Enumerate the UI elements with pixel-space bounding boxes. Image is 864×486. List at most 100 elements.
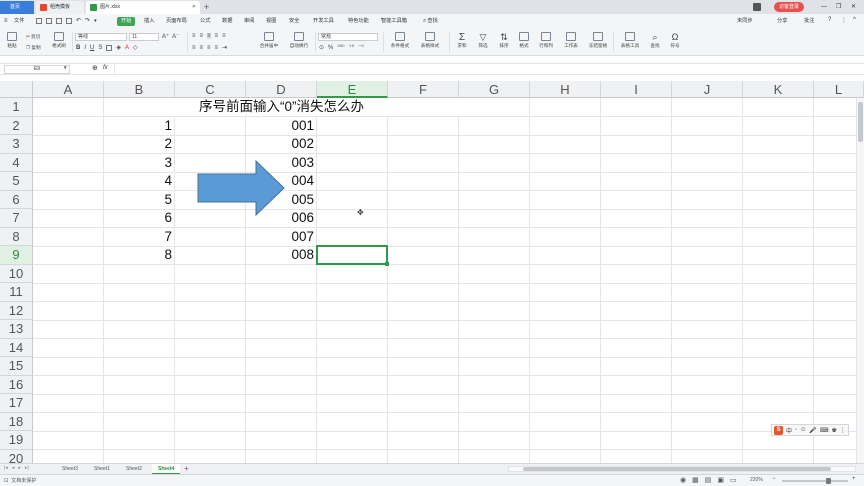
number-format-select[interactable]: 常规 — [318, 33, 378, 41]
row-header-19[interactable]: 19 — [0, 431, 33, 450]
row-header-3[interactable]: 3 — [0, 135, 33, 154]
collapse-ribbon-icon[interactable]: ^ — [853, 17, 856, 23]
undo-icon[interactable]: ↶ — [76, 17, 81, 24]
zoom-in-icon[interactable]: + — [852, 476, 856, 482]
bold-icon[interactable]: B — [76, 45, 80, 51]
font-color-icon[interactable]: A — [125, 45, 129, 51]
add-sheet-icon[interactable]: + — [184, 464, 189, 474]
sheet-tab-sheet2[interactable]: Sheet2 — [120, 464, 148, 474]
ime-chinese-icon[interactable]: 中 — [786, 426, 792, 435]
row-header-10[interactable]: 10 — [0, 264, 33, 283]
menu-item-data[interactable]: 数据 — [218, 17, 236, 26]
cell-b6[interactable]: 5 — [104, 191, 172, 209]
menu-item-features[interactable]: 特色功能 — [344, 17, 373, 26]
font-size-select[interactable]: 11 — [129, 33, 159, 41]
fill-color-icon[interactable]: ◈ — [116, 44, 121, 51]
freeze-panes-button[interactable]: 冻结窗格 — [585, 32, 611, 49]
horizontal-scroll-thumb[interactable] — [523, 467, 831, 471]
sheet-tab-sheet3[interactable]: Sheet3 — [56, 464, 84, 474]
align-fill-icon[interactable]: ≡ — [215, 45, 219, 51]
row-header-9[interactable]: 9 — [0, 246, 33, 265]
spreadsheet-grid[interactable]: A B C D E F G H I J K L 1 2 3 4 5 6 7 8 … — [0, 81, 864, 463]
menu-item-page-layout[interactable]: 页面布局 — [162, 17, 191, 26]
row-header-1[interactable]: 1 — [0, 98, 33, 117]
window-layout-icon[interactable] — [753, 3, 761, 11]
increase-font-icon[interactable]: A⁺ — [162, 33, 169, 40]
sort-button[interactable]: ⇅ 排序 — [495, 32, 513, 49]
minimize-button[interactable]: — — [821, 0, 827, 14]
row-header-15[interactable]: 15 — [0, 357, 33, 376]
menu-file[interactable]: 文件 — [10, 17, 28, 26]
close-tab-icon[interactable]: ✕ — [192, 1, 196, 14]
decrease-decimal-icon[interactable]: ⁻⁰ — [358, 44, 364, 51]
menu-item-review[interactable]: 审阅 — [240, 17, 258, 26]
row-header-8[interactable]: 8 — [0, 227, 33, 246]
row-header-6[interactable]: 6 — [0, 190, 33, 209]
increase-decimal-icon[interactable]: ⁺⁰ — [349, 44, 355, 51]
tab-docer[interactable]: 稻壳模板 — [36, 1, 84, 14]
tab-home[interactable]: 首页 — [0, 1, 34, 14]
comment-button[interactable]: 批注 — [800, 17, 818, 26]
reading-view-icon[interactable]: ▭ — [730, 476, 737, 484]
cut-button[interactable]: ✂ 剪切 — [26, 34, 40, 40]
wrap-text-button[interactable]: 自动换行 — [286, 32, 312, 49]
select-all-corner[interactable] — [0, 81, 33, 98]
fill-handle[interactable] — [385, 262, 389, 266]
formula-input[interactable] — [114, 65, 860, 74]
page-break-view-icon[interactable]: ▤ — [705, 476, 712, 484]
vertical-scrollbar[interactable] — [856, 98, 864, 463]
currency-icon[interactable]: ⊙ — [319, 44, 324, 51]
cell-b4[interactable]: 3 — [104, 154, 172, 172]
column-header-d[interactable]: D — [246, 81, 317, 98]
menu-item-security[interactable]: 安全 — [285, 17, 303, 26]
row-header-11[interactable]: 11 — [0, 283, 33, 302]
align-right-icon[interactable]: ≡ — [207, 45, 211, 51]
column-header-h[interactable]: H — [530, 81, 601, 98]
cell-b5[interactable]: 4 — [104, 172, 172, 190]
next-sheet-icon[interactable]: ▸ — [18, 465, 21, 471]
row-column-button[interactable]: 行和列 — [535, 32, 557, 49]
column-header-c[interactable]: C — [175, 81, 246, 98]
column-header-i[interactable]: I — [601, 81, 672, 98]
cell-d3[interactable]: 002 — [246, 135, 314, 153]
eye-protect-icon[interactable]: ◉ — [680, 476, 686, 484]
border-icon[interactable] — [106, 44, 113, 51]
clear-format-icon[interactable]: ◇ — [133, 44, 138, 51]
symbol-button[interactable]: Ω 符号 — [666, 32, 684, 49]
redo-icon[interactable]: ↷ — [85, 17, 90, 24]
align-justify-icon[interactable]: ≡ — [215, 33, 219, 39]
cell-b8[interactable]: 7 — [104, 228, 172, 246]
table-tools-button[interactable]: 表格工具 — [617, 32, 643, 49]
document-protect-status[interactable]: ⊡ 文档未保护 — [4, 477, 36, 485]
align-distributed-icon[interactable]: ≡ — [222, 33, 226, 39]
filter-button[interactable]: ▽ 筛选 — [474, 32, 492, 49]
quick-access-more-icon[interactable]: ▾ — [94, 18, 97, 24]
sum-button[interactable]: Σ 求和 — [453, 32, 471, 49]
strikethrough-icon[interactable]: S — [98, 45, 102, 51]
selected-cell-e9[interactable] — [316, 245, 388, 265]
hamburger-icon[interactable]: ≡ — [4, 18, 8, 24]
align-top-icon[interactable]: ≡ — [192, 33, 196, 39]
new-tab-button[interactable]: + — [204, 0, 209, 14]
cell-b7[interactable]: 6 — [104, 209, 172, 227]
decrease-font-icon[interactable]: A⁻ — [172, 33, 179, 40]
row-header-2[interactable]: 2 — [0, 116, 33, 135]
cell-d2[interactable]: 001 — [246, 117, 314, 135]
ime-punctuation-icon[interactable]: ◦ — [795, 427, 797, 433]
row-header-13[interactable]: 13 — [0, 320, 33, 339]
name-box[interactable]: E9 — [4, 65, 70, 74]
column-header-b[interactable]: B — [104, 81, 175, 98]
merge-center-button[interactable]: 合并居中 — [256, 32, 282, 49]
row-header-5[interactable]: 5 — [0, 172, 33, 191]
column-header-g[interactable]: G — [459, 81, 530, 98]
menu-item-developer[interactable]: 开发工具 — [309, 17, 338, 26]
column-header-f[interactable]: F — [388, 81, 459, 98]
sogou-s-icon[interactable]: S — [774, 425, 783, 435]
prev-sheet-icon[interactable]: ◂ — [12, 465, 15, 471]
row-header-18[interactable]: 18 — [0, 412, 33, 431]
sheet-tab-sheet4[interactable]: Sheet4 — [152, 464, 181, 474]
sync-status[interactable]: 未同步 — [733, 17, 757, 26]
ime-menu-icon[interactable]: ⋮ — [840, 427, 846, 434]
ime-keyboard-icon[interactable]: ⌨ — [820, 427, 829, 434]
column-header-k[interactable]: K — [743, 81, 814, 98]
